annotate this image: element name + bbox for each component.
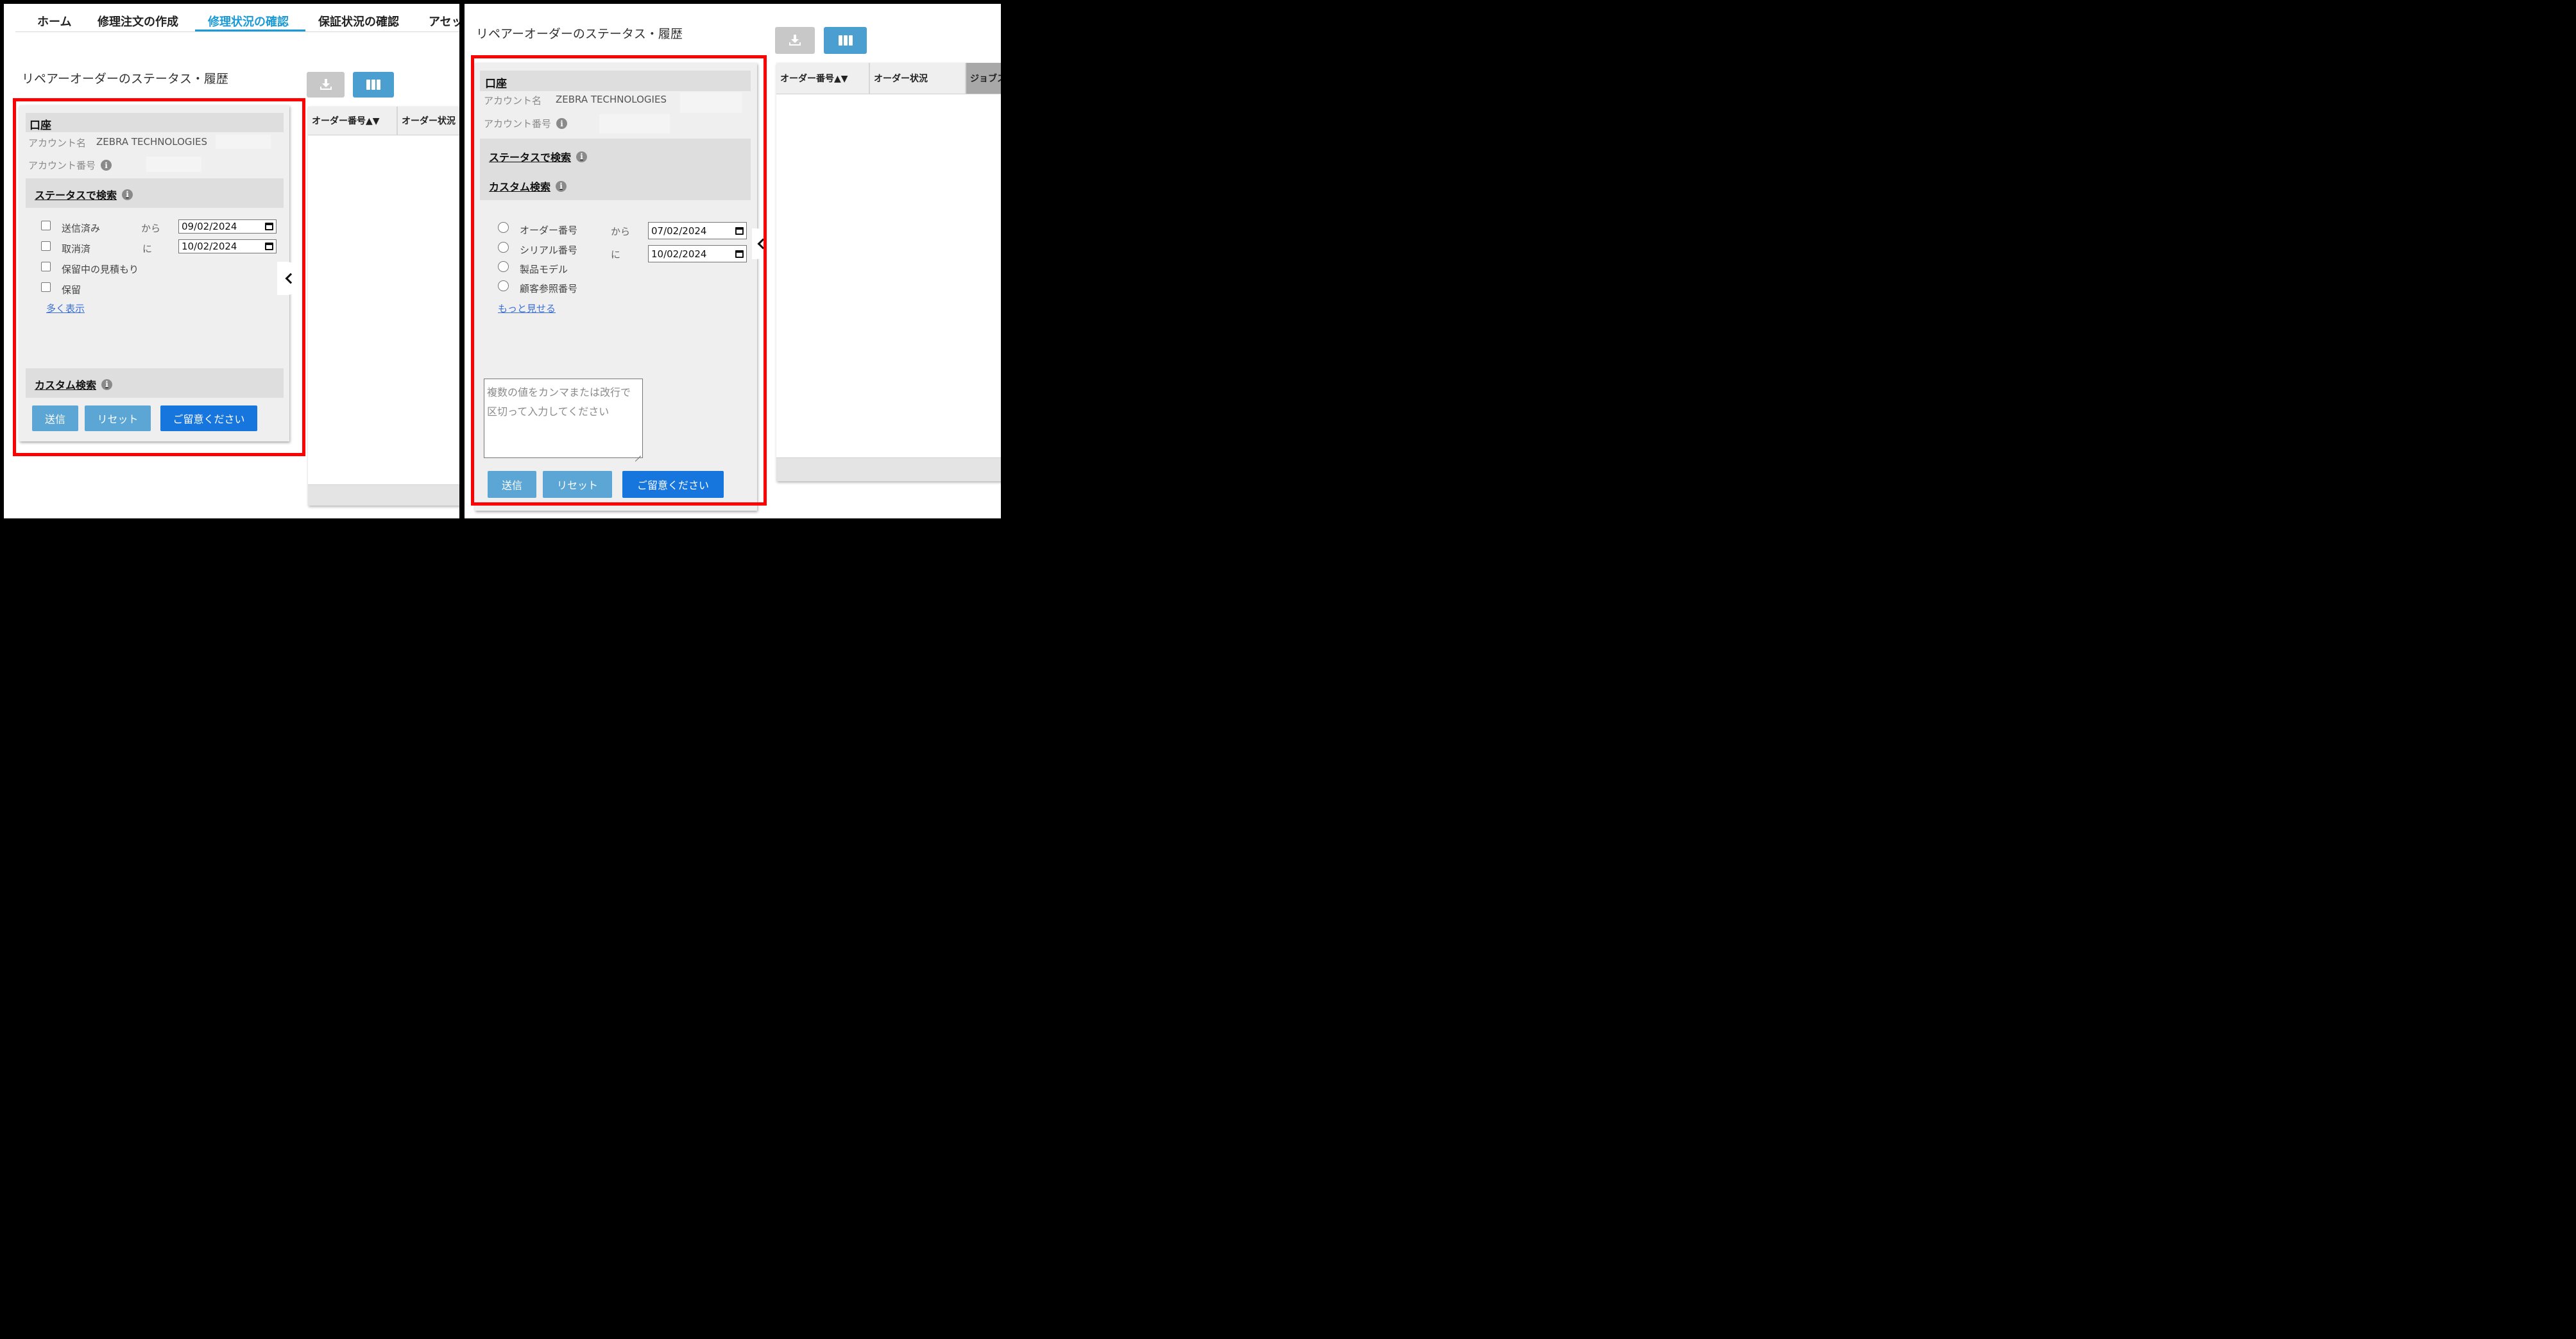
right-screenshot: リペアーオーダーのステータス・履歴 オーダー番号▲▼ オーダー状況 ジョブス 口… [465,4,1001,518]
download-icon [789,35,801,46]
columns-icon [838,35,853,46]
download-button[interactable] [775,27,815,54]
nav-assets[interactable]: アセッ [429,13,459,30]
orders-table: オーダー番号▲▼ オーダー状況 ジョブス [776,63,1001,481]
columns-button[interactable] [824,27,867,54]
left-screenshot: ホーム 修理注文の作成 修理状況の確認 保証状況の確認 アセッ リペアーオーダー… [4,4,459,518]
nav-repair-status[interactable]: 修理状況の確認 [208,13,289,30]
download-button[interactable] [307,72,345,98]
nav-home[interactable]: ホーム [37,13,71,30]
table-footer [308,484,459,506]
nav-create-repair-order[interactable]: 修理注文の作成 [98,13,178,30]
columns-icon [366,80,380,90]
page-title: リペアーオーダーのステータス・履歴 [476,27,683,41]
nav-divider [15,31,459,32]
table-footer [776,457,1001,481]
column-order-status[interactable]: オーダー状況 [398,107,459,135]
download-icon [320,79,332,90]
column-order-number[interactable]: オーダー番号▲▼ [776,63,870,94]
nav-warranty-status[interactable]: 保証状況の確認 [318,13,399,30]
table-header: オーダー番号▲▼ オーダー状況 ジョブス [776,63,1001,94]
orders-table: オーダー番号▲▼ オーダー状況 [308,107,459,506]
column-order-number[interactable]: オーダー番号▲▼ [308,107,398,135]
column-order-status[interactable]: オーダー状況 [870,63,966,94]
page-title: リペアーオーダーのステータス・履歴 [22,72,228,86]
table-header: オーダー番号▲▼ オーダー状況 [308,107,459,135]
highlight-box [471,55,767,506]
column-job[interactable]: ジョブス [966,63,1001,94]
highlight-box [13,98,305,456]
columns-button[interactable] [353,72,394,98]
